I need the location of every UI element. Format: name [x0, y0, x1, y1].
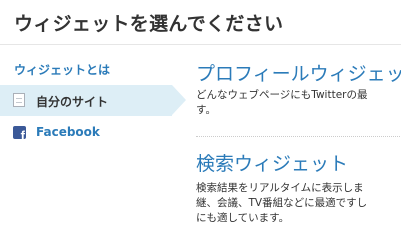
description-line: 継、会議、TV番組などに最適ですし — [196, 197, 368, 209]
description-line: 検索結果をリアルタイムに表示しま — [196, 182, 364, 194]
sidebar: ウィジェットとは 自分のサイト f Facebook — [0, 0, 186, 243]
widget-list: プロフィールウィジェッ どんなウェブページにもTwitterの最 す。 検索ウィ… — [196, 0, 401, 243]
description-line: す。 — [196, 104, 216, 116]
description-line: どんなウェブページにもTwitterの最 — [196, 89, 368, 101]
facebook-icon: f — [13, 126, 26, 139]
search-widget-description: 検索結果をリアルタイムに表示しま 継、会議、TV番組などに最適ですし にも適して… — [196, 181, 401, 226]
sidebar-item-label: 自分のサイト — [36, 95, 109, 109]
search-widget-link[interactable]: 検索ウィジェット — [196, 149, 348, 176]
widget-divider — [196, 136, 401, 137]
page-icon — [13, 93, 25, 107]
profile-widget-link[interactable]: プロフィールウィジェッ — [196, 59, 401, 86]
description-line: にも適しています。 — [196, 212, 290, 224]
sidebar-item-facebook[interactable]: f Facebook — [0, 117, 172, 148]
sidebar-item-my-site[interactable]: 自分のサイト — [0, 85, 186, 116]
sidebar-item-label: Facebook — [36, 125, 100, 139]
profile-widget-description: どんなウェブページにもTwitterの最 す。 — [196, 88, 401, 118]
sidebar-heading-link[interactable]: ウィジェットとは — [14, 61, 110, 78]
